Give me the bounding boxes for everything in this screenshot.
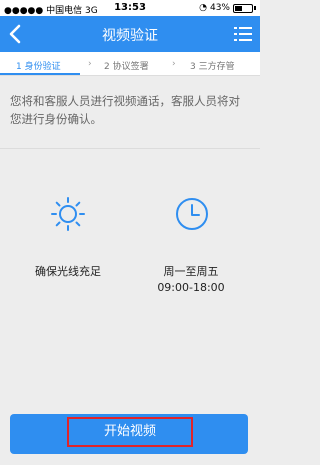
battery-icon	[233, 3, 253, 13]
tip-light-label: 确保光线充足	[35, 265, 101, 278]
chevron-right-icon: ›	[172, 59, 176, 69]
page-title: 视频验证	[102, 28, 158, 44]
divider	[0, 148, 260, 149]
active-step-underline	[0, 73, 80, 75]
clock-icon	[176, 198, 208, 230]
start-button-bar[interactable]: 开始视频	[10, 414, 248, 454]
step-custody: 3 三方存管	[190, 62, 235, 72]
battery-percent: 43%	[209, 3, 230, 13]
status-right: ◔ 43%	[199, 3, 256, 13]
tip-hours-label: 周一至周五 09:00-18:00	[157, 265, 225, 294]
alarm-icon: ◔	[199, 3, 207, 13]
intro-text: 您将和客服人员进行视频通话，客服人员将对您进行身份确认。	[10, 94, 240, 126]
step-identity: 1 身份验证	[16, 62, 61, 72]
start-video-button[interactable]: 开始视频	[67, 417, 193, 447]
sun-icon	[51, 197, 85, 231]
menu-icon[interactable]	[234, 26, 252, 42]
nav-bar: 视频验证	[0, 16, 260, 52]
status-bar: ●●●●● 中国电信 3G 13:53 ◔ 43%	[0, 0, 260, 16]
step-indicator: 1 身份验证 › 2 协议签署 › 3 三方存管	[0, 52, 260, 76]
step-agreement: 2 协议签署	[104, 62, 149, 72]
chevron-right-icon: ›	[88, 59, 92, 69]
